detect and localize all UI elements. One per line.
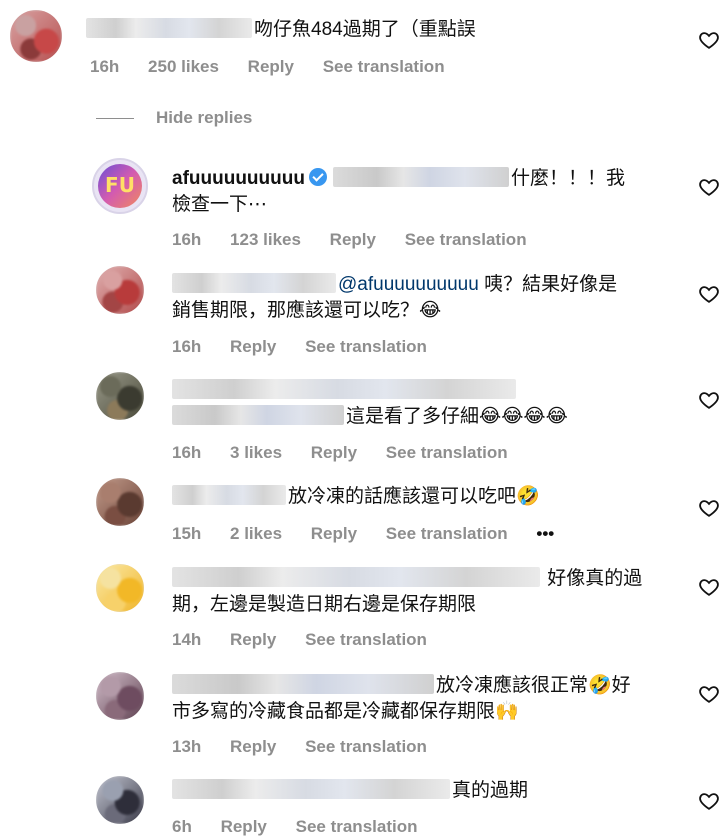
comment-meta: 16h 250 likes Reply See translation [90,56,469,78]
comment-text: 真的過期 [172,778,528,804]
see-translation-link[interactable]: See translation [405,230,527,249]
comment-text-line2: 銷售期限，那應該還可以吃？😂 [172,300,442,321]
username[interactable]: afuuuuuuuuuu [172,168,305,189]
comment-text-line1: 好像真的過 [172,566,642,592]
blurred-username[interactable] [332,167,509,187]
comment-text-line2: 檢查一下⋯ [172,194,268,215]
avatar[interactable] [96,478,144,526]
heart-outline-icon[interactable] [698,283,720,305]
comment-text: 放冷凍的話應該還可以吃吧🤣 [172,484,540,510]
comment-text-line1 [172,378,518,404]
mention-link[interactable]: @afuuuuuuuuuu [338,274,479,295]
see-translation-link[interactable]: See translation [305,737,427,756]
likes-count[interactable]: 3 likes [230,443,282,462]
verified-badge-icon [308,168,327,186]
avatar[interactable] [96,776,144,824]
see-translation-link[interactable]: See translation [296,817,418,836]
heart-outline-icon[interactable] [698,683,720,705]
more-options-icon[interactable]: ••• [536,524,554,543]
comment-text-line2: 期，左邊是製造日期右邊是保存期限 [172,594,477,615]
comment-meta: 15h 2 likes Reply See translation ••• [172,523,554,545]
comment-meta: 13h Reply See translation [172,736,451,758]
avatar[interactable] [10,10,62,62]
timestamp: 13h [172,737,202,756]
timestamp: 16h [90,57,120,76]
timestamp: 6h [172,817,192,836]
comment-meta: 14h Reply See translation [172,629,451,651]
reply-button[interactable]: Reply [230,737,276,756]
see-translation-link[interactable]: See translation [386,443,508,462]
hide-replies-button[interactable]: Hide replies [96,108,252,128]
timestamp: 15h [172,524,202,543]
reply-button[interactable]: Reply [221,817,267,836]
reply-button[interactable]: Reply [330,230,376,249]
blurred-text [172,405,344,425]
timestamp: 16h [172,337,202,356]
timestamp: 16h [172,443,202,462]
heart-outline-icon[interactable] [698,176,720,198]
comment-meta: 6h Reply See translation [172,816,441,838]
heart-outline-icon[interactable] [698,389,720,411]
blurred-username[interactable] [172,674,434,694]
blurred-username[interactable] [172,779,450,799]
comment-text-line1: 放冷凍應該很正常🤣好 [172,673,631,699]
blurred-username[interactable] [172,567,540,587]
heart-outline-icon[interactable] [698,576,720,598]
blurred-username[interactable] [86,18,252,38]
avatar[interactable] [96,266,144,314]
comment-text: 吻仔魚484過期了（重點誤 [86,17,476,43]
reply-button[interactable]: Reply [248,57,294,76]
comment-meta: 16h 123 likes Reply See translation [172,229,551,251]
heart-outline-icon[interactable] [698,790,720,812]
avatar[interactable] [96,372,144,420]
comment-text-line1: afuuuuuuuuuu 什麼！！！我 [172,167,625,189]
comment-meta: 16h Reply See translation [172,336,451,358]
reply-button[interactable]: Reply [230,337,276,356]
see-translation-link[interactable]: See translation [305,630,427,649]
see-translation-link[interactable]: See translation [323,57,445,76]
timestamp: 14h [172,630,202,649]
blurred-username[interactable] [172,485,286,505]
likes-count[interactable]: 123 likes [230,230,301,249]
reply-button[interactable]: Reply [230,630,276,649]
avatar[interactable]: FU [92,158,148,214]
comment-text-line2: 這是看了多仔細😂😂😂😂 [172,404,568,430]
heart-outline-icon[interactable] [698,497,720,519]
reply-button[interactable]: Reply [311,443,357,462]
comment-text-line2: 市多寫的冷藏食品都是冷藏都保存期限🙌 [172,701,519,722]
reply-button[interactable]: Reply [311,524,357,543]
comment-meta: 16h 3 likes Reply See translation [172,442,532,464]
timestamp: 16h [172,230,202,249]
see-translation-link[interactable]: See translation [386,524,508,543]
heart-outline-icon[interactable] [698,29,720,51]
avatar[interactable] [96,672,144,720]
likes-count[interactable]: 250 likes [148,57,219,76]
see-translation-link[interactable]: See translation [305,337,427,356]
blurred-username[interactable] [172,379,516,399]
comment-text-line1: @afuuuuuuuuuu 咦？結果好像是 [172,272,617,298]
divider-line [96,118,134,120]
likes-count[interactable]: 2 likes [230,524,282,543]
blurred-username[interactable] [172,273,336,293]
avatar[interactable] [96,564,144,612]
